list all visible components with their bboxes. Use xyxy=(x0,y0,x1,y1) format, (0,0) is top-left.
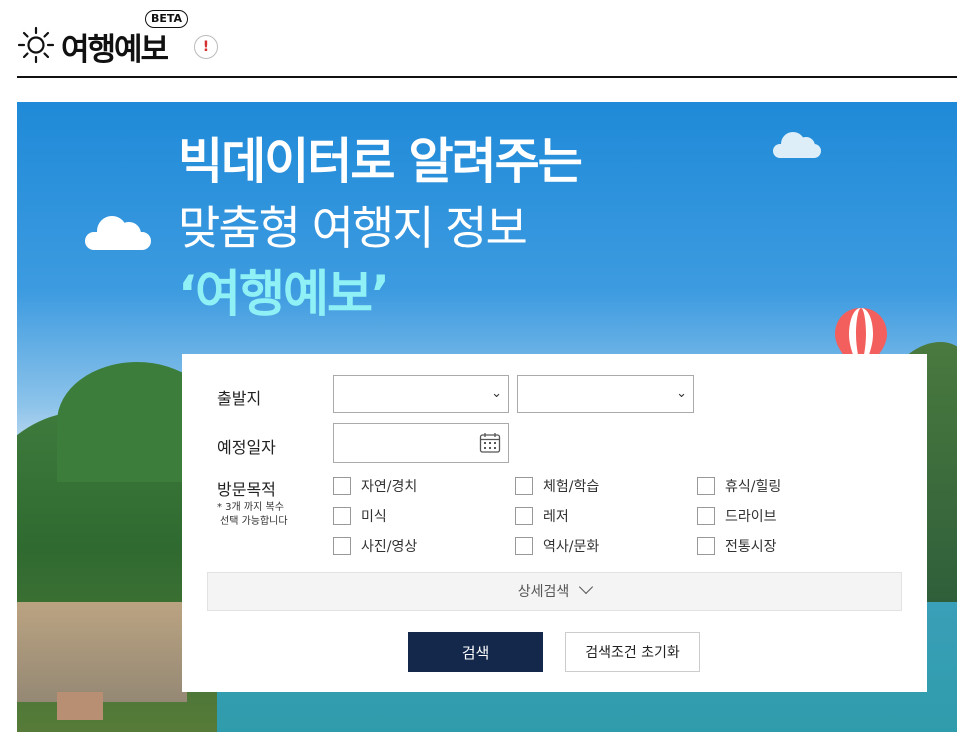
checkbox[interactable] xyxy=(515,477,533,495)
purpose-checkbox-drive[interactable]: 드라이브 xyxy=(697,506,777,526)
checkbox[interactable] xyxy=(697,507,715,525)
pier xyxy=(57,692,103,720)
checkbox[interactable] xyxy=(333,507,351,525)
checkbox[interactable] xyxy=(333,477,351,495)
chevron-down-icon xyxy=(579,579,594,595)
beta-badge: BETA xyxy=(145,10,189,28)
purpose-checkbox-food[interactable]: 미식 xyxy=(333,506,387,526)
search-button[interactable]: 검색 xyxy=(408,632,543,672)
checkbox[interactable] xyxy=(697,477,715,495)
purpose-checkbox-experience[interactable]: 체험/학습 xyxy=(515,476,599,496)
checkbox[interactable] xyxy=(515,507,533,525)
purpose-checkbox-market[interactable]: 전통시장 xyxy=(697,536,777,556)
purpose-checkbox-leisure[interactable]: 레저 xyxy=(515,506,569,526)
chevron-down-icon: ⌄ xyxy=(676,386,687,401)
hero-subheadline: 맞춤형 여행지 정보 xyxy=(178,201,528,255)
cloud-icon xyxy=(773,132,821,158)
sun-icon xyxy=(17,26,55,64)
hero-headline: 빅데이터로 알려주는 xyxy=(178,133,583,190)
checkbox[interactable] xyxy=(697,537,715,555)
purpose-checkbox-healing[interactable]: 휴식/힐링 xyxy=(697,476,781,496)
cloud-icon xyxy=(85,216,151,250)
reset-button[interactable]: 검색조건 초기화 xyxy=(565,632,700,672)
checkbox[interactable] xyxy=(515,537,533,555)
coastal-town xyxy=(17,602,187,702)
purpose-checkbox-nature[interactable]: 자연/경치 xyxy=(333,476,417,496)
chevron-down-icon: ⌄ xyxy=(491,386,502,401)
date-input[interactable] xyxy=(333,423,509,463)
purpose-checkbox-photo[interactable]: 사진/영상 xyxy=(333,536,417,556)
purpose-label: 방문목적 xyxy=(217,480,276,499)
calendar-icon[interactable] xyxy=(479,432,501,454)
date-label: 예정일자 xyxy=(217,438,276,457)
exclamation-icon[interactable]: ! xyxy=(194,35,218,59)
logo-title[interactable]: 여행예보 xyxy=(61,24,169,69)
checkbox[interactable] xyxy=(333,537,351,555)
hero-brand: ‘여행예보’ xyxy=(178,265,390,323)
departure-label: 출발지 xyxy=(217,389,262,408)
search-panel: 출발지 ⌄ ⌄ 예정일자 방문목적 * 3개 까지 복수 선택 가능합니다 자연… xyxy=(182,354,927,692)
detail-search-toggle[interactable]: 상세검색 xyxy=(207,572,902,611)
departure-region-select[interactable]: ⌄ xyxy=(333,375,509,413)
hero-banner: 빅데이터로 알려주는 맞춤형 여행지 정보 ‘여행예보’ 출발지 ⌄ ⌄ 예정일… xyxy=(17,102,957,732)
purpose-checkbox-history[interactable]: 역사/문화 xyxy=(515,536,599,556)
purpose-note: * 3개 까지 복수 선택 가능합니다 xyxy=(217,502,288,527)
departure-city-select[interactable]: ⌄ xyxy=(517,375,694,413)
site-header: 여행예보 BETA ! xyxy=(17,0,957,78)
